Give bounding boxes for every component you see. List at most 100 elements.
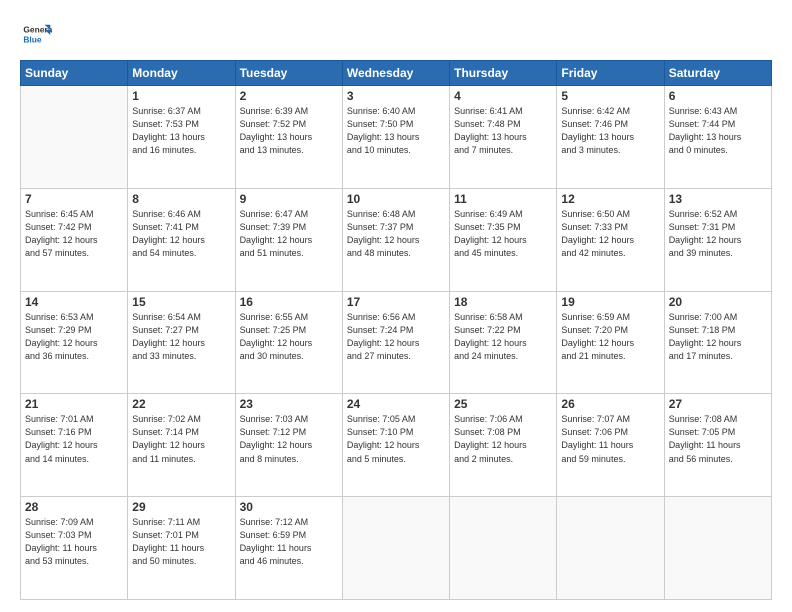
day-info: Sunrise: 6:42 AM Sunset: 7:46 PM Dayligh… <box>561 105 659 157</box>
svg-text:Blue: Blue <box>23 34 42 44</box>
day-info: Sunrise: 6:55 AM Sunset: 7:25 PM Dayligh… <box>240 311 338 363</box>
day-info: Sunrise: 6:45 AM Sunset: 7:42 PM Dayligh… <box>25 208 123 260</box>
day-number: 22 <box>132 397 230 411</box>
day-info: Sunrise: 7:03 AM Sunset: 7:12 PM Dayligh… <box>240 413 338 465</box>
day-info: Sunrise: 6:58 AM Sunset: 7:22 PM Dayligh… <box>454 311 552 363</box>
day-info: Sunrise: 7:02 AM Sunset: 7:14 PM Dayligh… <box>132 413 230 465</box>
header: General Blue <box>20 18 772 50</box>
calendar-cell: 3 Sunrise: 6:40 AM Sunset: 7:50 PM Daylig… <box>342 86 449 189</box>
day-number: 3 <box>347 89 445 103</box>
calendar-week-3: 21 Sunrise: 7:01 AM Sunset: 7:16 PM Dayli… <box>21 394 772 497</box>
calendar-body: 1 Sunrise: 6:37 AM Sunset: 7:53 PM Daylig… <box>21 86 772 600</box>
calendar-cell: 27Sunrise: 7:08 AM Sunset: 7:05 PM Dayli… <box>664 394 771 497</box>
day-info: Sunrise: 7:08 AM Sunset: 7:05 PM Dayligh… <box>669 413 767 465</box>
day-number: 24 <box>347 397 445 411</box>
day-info: Sunrise: 6:47 AM Sunset: 7:39 PM Dayligh… <box>240 208 338 260</box>
day-number: 20 <box>669 295 767 309</box>
calendar-cell: 19Sunrise: 6:59 AM Sunset: 7:20 PM Dayli… <box>557 291 664 394</box>
day-info: Sunrise: 6:49 AM Sunset: 7:35 PM Dayligh… <box>454 208 552 260</box>
calendar-weekday-monday: Monday <box>128 61 235 86</box>
day-info: Sunrise: 7:09 AM Sunset: 7:03 PM Dayligh… <box>25 516 123 568</box>
calendar-cell: 30Sunrise: 7:12 AM Sunset: 6:59 PM Dayli… <box>235 497 342 600</box>
calendar-cell: 9 Sunrise: 6:47 AM Sunset: 7:39 PM Daylig… <box>235 188 342 291</box>
day-number: 14 <box>25 295 123 309</box>
day-number: 29 <box>132 500 230 514</box>
calendar-week-1: 7 Sunrise: 6:45 AM Sunset: 7:42 PM Daylig… <box>21 188 772 291</box>
calendar-cell <box>21 86 128 189</box>
day-info: Sunrise: 6:40 AM Sunset: 7:50 PM Dayligh… <box>347 105 445 157</box>
calendar-weekday-saturday: Saturday <box>664 61 771 86</box>
calendar-cell: 21 Sunrise: 7:01 AM Sunset: 7:16 PM Dayli… <box>21 394 128 497</box>
day-number: 6 <box>669 89 767 103</box>
day-info: Sunrise: 6:54 AM Sunset: 7:27 PM Dayligh… <box>132 311 230 363</box>
day-number: 12 <box>561 192 659 206</box>
day-info: Sunrise: 6:37 AM Sunset: 7:53 PM Dayligh… <box>132 105 230 157</box>
day-number: 11 <box>454 192 552 206</box>
calendar-cell: 11 Sunrise: 6:49 AM Sunset: 7:35 PM Dayli… <box>450 188 557 291</box>
day-number: 8 <box>132 192 230 206</box>
day-info: Sunrise: 7:05 AM Sunset: 7:10 PM Dayligh… <box>347 413 445 465</box>
calendar-cell: 16 Sunrise: 6:55 AM Sunset: 7:25 PM Dayli… <box>235 291 342 394</box>
day-number: 21 <box>25 397 123 411</box>
day-number: 28 <box>25 500 123 514</box>
calendar-cell: 15 Sunrise: 6:54 AM Sunset: 7:27 PM Dayli… <box>128 291 235 394</box>
calendar-table: SundayMondayTuesdayWednesdayThursdayFrid… <box>20 60 772 600</box>
day-number: 2 <box>240 89 338 103</box>
calendar-cell <box>450 497 557 600</box>
day-info: Sunrise: 7:07 AM Sunset: 7:06 PM Dayligh… <box>561 413 659 465</box>
calendar-cell: 7 Sunrise: 6:45 AM Sunset: 7:42 PM Daylig… <box>21 188 128 291</box>
calendar-cell: 12 Sunrise: 6:50 AM Sunset: 7:33 PM Dayli… <box>557 188 664 291</box>
day-number: 1 <box>132 89 230 103</box>
calendar-cell: 20Sunrise: 7:00 AM Sunset: 7:18 PM Dayli… <box>664 291 771 394</box>
calendar-weekday-thursday: Thursday <box>450 61 557 86</box>
calendar-cell: 22 Sunrise: 7:02 AM Sunset: 7:14 PM Dayli… <box>128 394 235 497</box>
day-number: 25 <box>454 397 552 411</box>
calendar-cell: 26Sunrise: 7:07 AM Sunset: 7:06 PM Dayli… <box>557 394 664 497</box>
day-info: Sunrise: 6:41 AM Sunset: 7:48 PM Dayligh… <box>454 105 552 157</box>
day-number: 10 <box>347 192 445 206</box>
calendar-weekday-friday: Friday <box>557 61 664 86</box>
calendar-cell: 23 Sunrise: 7:03 AM Sunset: 7:12 PM Dayli… <box>235 394 342 497</box>
day-number: 18 <box>454 295 552 309</box>
calendar-week-0: 1 Sunrise: 6:37 AM Sunset: 7:53 PM Daylig… <box>21 86 772 189</box>
day-number: 16 <box>240 295 338 309</box>
calendar-cell <box>664 497 771 600</box>
day-number: 7 <box>25 192 123 206</box>
calendar-cell: 25 Sunrise: 7:06 AM Sunset: 7:08 PM Dayli… <box>450 394 557 497</box>
day-number: 9 <box>240 192 338 206</box>
calendar-cell: 18 Sunrise: 6:58 AM Sunset: 7:22 PM Dayli… <box>450 291 557 394</box>
calendar-cell: 6Sunrise: 6:43 AM Sunset: 7:44 PM Daylig… <box>664 86 771 189</box>
calendar-cell: 24 Sunrise: 7:05 AM Sunset: 7:10 PM Dayli… <box>342 394 449 497</box>
day-info: Sunrise: 7:01 AM Sunset: 7:16 PM Dayligh… <box>25 413 123 465</box>
day-number: 4 <box>454 89 552 103</box>
calendar-cell: 28 Sunrise: 7:09 AM Sunset: 7:03 PM Dayli… <box>21 497 128 600</box>
day-number: 17 <box>347 295 445 309</box>
calendar-weekday-sunday: Sunday <box>21 61 128 86</box>
calendar-cell: 2Sunrise: 6:39 AM Sunset: 7:52 PM Daylig… <box>235 86 342 189</box>
calendar-cell: 14 Sunrise: 6:53 AM Sunset: 7:29 PM Dayli… <box>21 291 128 394</box>
day-info: Sunrise: 7:06 AM Sunset: 7:08 PM Dayligh… <box>454 413 552 465</box>
calendar-week-2: 14 Sunrise: 6:53 AM Sunset: 7:29 PM Dayli… <box>21 291 772 394</box>
calendar-cell <box>557 497 664 600</box>
day-info: Sunrise: 6:56 AM Sunset: 7:24 PM Dayligh… <box>347 311 445 363</box>
calendar-week-4: 28 Sunrise: 7:09 AM Sunset: 7:03 PM Dayli… <box>21 497 772 600</box>
calendar-header-row: SundayMondayTuesdayWednesdayThursdayFrid… <box>21 61 772 86</box>
day-number: 15 <box>132 295 230 309</box>
calendar-cell: 17 Sunrise: 6:56 AM Sunset: 7:24 PM Dayli… <box>342 291 449 394</box>
calendar-cell: 13Sunrise: 6:52 AM Sunset: 7:31 PM Dayli… <box>664 188 771 291</box>
day-number: 13 <box>669 192 767 206</box>
day-number: 23 <box>240 397 338 411</box>
page: General Blue SundayMondayTuesdayWednesda… <box>0 0 792 612</box>
logo-icon: General Blue <box>20 18 52 50</box>
calendar-cell: 4 Sunrise: 6:41 AM Sunset: 7:48 PM Daylig… <box>450 86 557 189</box>
day-info: Sunrise: 7:12 AM Sunset: 6:59 PM Dayligh… <box>240 516 338 568</box>
day-info: Sunrise: 7:11 AM Sunset: 7:01 PM Dayligh… <box>132 516 230 568</box>
day-info: Sunrise: 6:53 AM Sunset: 7:29 PM Dayligh… <box>25 311 123 363</box>
day-info: Sunrise: 6:50 AM Sunset: 7:33 PM Dayligh… <box>561 208 659 260</box>
calendar-cell: 5 Sunrise: 6:42 AM Sunset: 7:46 PM Daylig… <box>557 86 664 189</box>
day-info: Sunrise: 6:59 AM Sunset: 7:20 PM Dayligh… <box>561 311 659 363</box>
day-number: 5 <box>561 89 659 103</box>
calendar-cell: 29 Sunrise: 7:11 AM Sunset: 7:01 PM Dayli… <box>128 497 235 600</box>
calendar-cell: 1 Sunrise: 6:37 AM Sunset: 7:53 PM Daylig… <box>128 86 235 189</box>
calendar-weekday-tuesday: Tuesday <box>235 61 342 86</box>
